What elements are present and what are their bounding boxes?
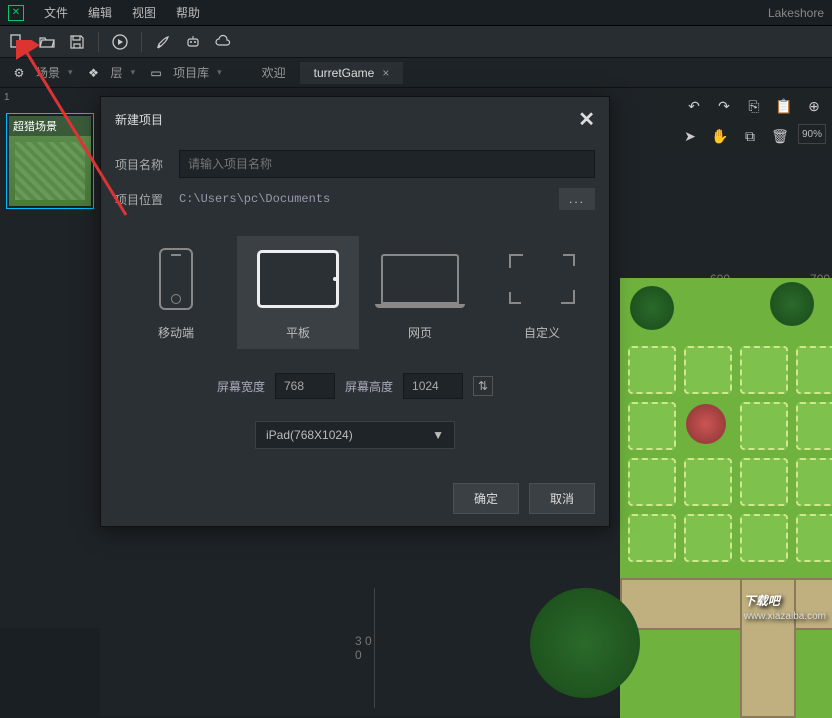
new-project-dialog: 新建项目 ✕ 项目名称 项目位置 C:\Users\pc\Documents .… (100, 96, 610, 527)
library-section[interactable]: ▭ 项目库 ▾ (141, 64, 228, 82)
zoom-level[interactable]: 90% (798, 124, 826, 144)
phone-icon (159, 248, 193, 310)
layer-label: 层 (111, 64, 123, 81)
pointer-icon[interactable]: ➤ (678, 124, 702, 148)
close-icon[interactable]: × (382, 66, 389, 80)
chevron-down-icon: ▾ (68, 67, 73, 78)
paste-icon[interactable]: 📋 (772, 94, 796, 118)
duplicate-icon[interactable]: ⧉ (738, 124, 762, 148)
thumb-index: 1 (0, 88, 100, 107)
play-icon[interactable] (111, 33, 129, 51)
name-label: 项目名称 (115, 156, 171, 173)
ruler-vertical: 3 0 0 (355, 588, 375, 708)
menu-file[interactable]: 文件 (34, 4, 78, 21)
menubar: ✕ 文件 编辑 视图 帮助 Lakeshore (0, 0, 832, 26)
device-web[interactable]: 网页 (359, 236, 481, 349)
chevron-down-icon: ▾ (217, 67, 222, 78)
game-canvas[interactable] (620, 278, 832, 718)
scene-section[interactable]: ⚙ 场景 ▾ (4, 64, 79, 82)
location-path: C:\Users\pc\Documents (179, 188, 551, 210)
scene-thumbnail[interactable]: 超猎场景 (6, 113, 94, 209)
width-label: 屏幕宽度 (217, 378, 265, 395)
right-toolbar: ↶ ↷ ⎘ 📋 ⊕ ➤ ✋ ⧉ 🗑 90% (652, 88, 832, 154)
thumb-preview (9, 136, 91, 206)
trash-icon[interactable]: 🗑 (768, 124, 792, 148)
new-file-icon[interactable] (8, 33, 26, 51)
menu-edit[interactable]: 编辑 (78, 4, 122, 21)
width-input[interactable] (275, 373, 335, 399)
robot-icon[interactable] (184, 33, 202, 51)
library-label: 项目库 (173, 64, 209, 81)
save-icon[interactable] (68, 33, 86, 51)
toolbar-separator (141, 32, 142, 52)
secondary-tabbar: ⚙ 场景 ▾ ❖ 层 ▾ ▭ 项目库 ▾ 欢迎 turretGame × (0, 58, 832, 88)
tab-label: turretGame (314, 66, 375, 80)
rocket-icon[interactable] (154, 33, 172, 51)
scene-label: 场景 (36, 64, 60, 81)
swap-orientation-icon[interactable]: ⇅ (473, 376, 493, 396)
cloud-icon[interactable] (214, 33, 232, 51)
settings-icon: ⚙ (10, 64, 28, 82)
dialog-titlebar: 新建项目 ✕ (101, 97, 609, 142)
thumb-title: 超猎场景 (9, 116, 91, 136)
project-name-input[interactable] (179, 150, 595, 178)
copy-icon[interactable]: ⎘ (742, 94, 766, 118)
tab-welcome[interactable]: 欢迎 (248, 60, 300, 85)
add-icon[interactable]: ⊕ (802, 94, 826, 118)
watermark: 下载吧 www.xiazaiba.com (744, 588, 826, 622)
redo-icon[interactable]: ↷ (712, 94, 736, 118)
height-input[interactable] (403, 373, 463, 399)
close-button[interactable]: ✕ (578, 107, 595, 132)
device-mobile[interactable]: 移动端 (115, 236, 237, 349)
device-custom[interactable]: 自定义 (481, 236, 603, 349)
dialog-title: 新建项目 (115, 111, 163, 128)
hand-icon[interactable]: ✋ (708, 124, 732, 148)
laptop-icon (381, 254, 459, 304)
cancel-button[interactable]: 取消 (529, 483, 595, 514)
device-tablet[interactable]: 平板 (237, 236, 359, 349)
custom-icon (509, 254, 575, 304)
location-label: 项目位置 (115, 191, 171, 208)
workspace: 1 超猎场景 600700800 3 0 0 ↶ ↷ ⎘ (0, 88, 832, 628)
tablet-icon (257, 250, 339, 308)
chevron-down-icon: ▼ (432, 428, 444, 442)
layers-icon: ❖ (85, 64, 103, 82)
toolbar-separator (98, 32, 99, 52)
browse-button[interactable]: ... (559, 188, 595, 210)
menu-help[interactable]: 帮助 (166, 4, 210, 21)
ok-button[interactable]: 确定 (453, 483, 519, 514)
undo-icon[interactable]: ↶ (682, 94, 706, 118)
library-icon: ▭ (147, 64, 165, 82)
main-toolbar (0, 26, 832, 58)
brand-label: Lakeshore (768, 6, 824, 20)
scene-panel: 1 超猎场景 (0, 88, 100, 628)
tab-turretgame[interactable]: turretGame × (300, 62, 404, 84)
open-folder-icon[interactable] (38, 33, 56, 51)
chevron-down-icon: ▾ (131, 67, 136, 78)
layer-section[interactable]: ❖ 层 ▾ (79, 64, 142, 82)
preset-value: iPad(768X1024) (266, 428, 353, 442)
preset-select[interactable]: iPad(768X1024) ▼ (255, 421, 455, 449)
height-label: 屏幕高度 (345, 378, 393, 395)
app-logo: ✕ (8, 5, 24, 21)
menu-view[interactable]: 视图 (122, 4, 166, 21)
